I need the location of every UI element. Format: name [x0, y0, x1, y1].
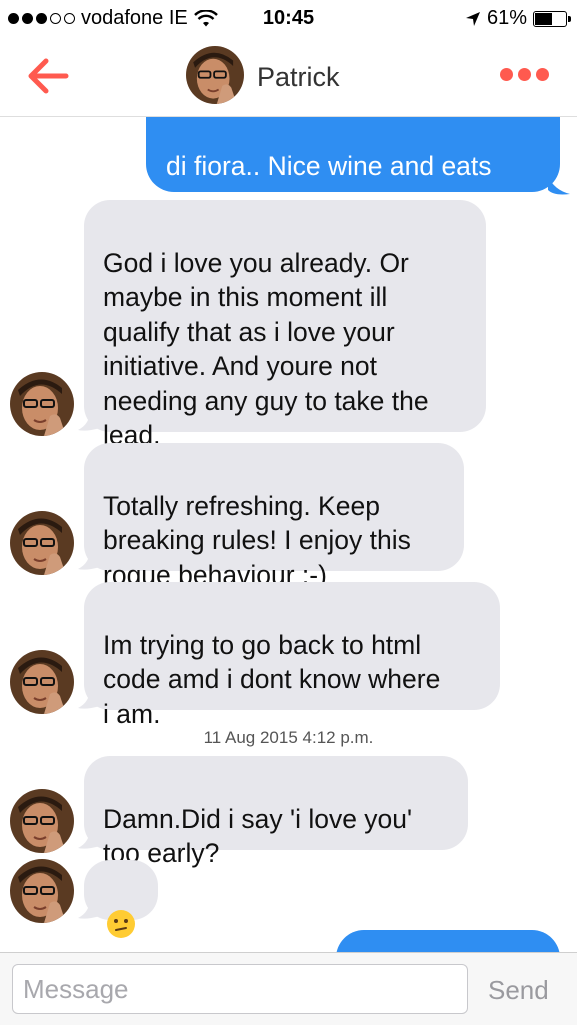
message-text: Damn.Did i say 'i love you' too early?	[103, 803, 413, 869]
timestamp: 11 Aug 2015 4:12 p.m.	[203, 728, 374, 747]
sender-avatar[interactable]	[10, 859, 74, 923]
avatar-photo	[186, 46, 244, 104]
location-arrow-icon	[465, 11, 480, 26]
avatar-photo	[10, 859, 74, 923]
message-bubble-incoming[interactable]: Damn.Did i say 'i love you' too early?	[84, 756, 468, 868]
message-bubble-incoming[interactable]: Im trying to go back to html code amd i …	[84, 582, 500, 729]
message-bubble-outgoing[interactable]: di fiora.. Nice wine and eats	[146, 116, 560, 251]
message-bubble-outgoing[interactable]	[336, 930, 560, 952]
bubble-tail	[78, 898, 100, 919]
message-text: Im trying to go back to html code amd i …	[103, 629, 441, 729]
send-button[interactable]: Send	[488, 975, 549, 1006]
sender-avatar[interactable]	[10, 372, 74, 436]
more-options-button[interactable]	[500, 68, 549, 81]
sender-avatar[interactable]	[10, 511, 74, 575]
avatar-photo	[10, 789, 74, 853]
battery-percent: 61%	[486, 7, 527, 29]
battery-level	[535, 12, 552, 25]
bubble-tail	[78, 688, 100, 709]
bubble-tail	[78, 828, 100, 849]
message-list[interactable]: di fiora.. Nice wine and eats God i love…	[0, 116, 577, 952]
avatar-photo	[10, 650, 74, 714]
avatar-photo	[10, 372, 74, 436]
message-bubble-incoming[interactable]: God i love you already. Or maybe in this…	[84, 200, 486, 450]
status-right: 61%	[465, 7, 571, 30]
bubble-tail	[548, 176, 570, 195]
avatar-photo	[10, 511, 74, 575]
chat-header: Patrick	[0, 38, 577, 117]
bubble-tail	[78, 549, 100, 570]
battery-icon	[533, 10, 571, 27]
confused-face-icon	[107, 909, 135, 938]
contact-name[interactable]: Patrick	[257, 62, 340, 93]
sender-avatar[interactable]	[10, 650, 74, 714]
contact-avatar[interactable]	[186, 46, 244, 104]
more-dots-icon	[500, 68, 513, 81]
message-bubble-incoming[interactable]: Totally refreshing. Keep breaking rules!…	[84, 443, 464, 590]
bubble-tail	[78, 410, 100, 431]
sender-avatar[interactable]	[10, 789, 74, 853]
message-composer: Send	[0, 952, 577, 1025]
message-text: di fiora.. Nice wine and eats	[166, 150, 492, 181]
back-button[interactable]	[26, 56, 70, 96]
status-bar: vodafone IE 10:45 61%	[0, 0, 577, 38]
message-text: Totally refreshing. Keep breaking rules!…	[103, 490, 411, 590]
back-arrow-icon	[28, 58, 69, 94]
message-input[interactable]	[12, 964, 468, 1014]
message-text: God i love you already. Or maybe in this…	[103, 247, 429, 451]
